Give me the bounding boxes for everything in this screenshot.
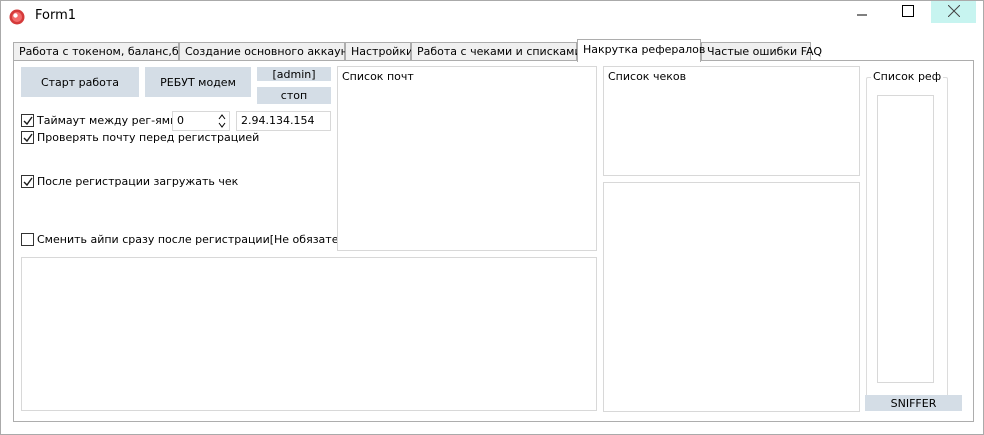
- sniffer-button[interactable]: SNIFFER: [865, 395, 962, 411]
- check-mail-label: Проверять почту перед регистрацией: [37, 131, 260, 144]
- start-button[interactable]: Старт работа: [21, 67, 139, 97]
- tab-faq[interactable]: Частые ошибки FAQ: [701, 42, 822, 61]
- tab-referrals[interactable]: Накрутка рефералов: [577, 39, 705, 62]
- timeout-checkbox-box[interactable]: [21, 114, 34, 127]
- tab-strip: Работа с токеном, баланс,бан Создание ос…: [13, 39, 969, 62]
- change-ip-checkbox[interactable]: Сменить айпи сразу после регистрации[Не …: [21, 233, 370, 246]
- load-check-label: После регистрации загружать чек: [37, 175, 239, 188]
- stop-button[interactable]: стоп: [257, 87, 331, 104]
- check-mail-checkbox-box[interactable]: [21, 131, 34, 144]
- load-check-checkbox[interactable]: После регистрации загружать чек: [21, 175, 238, 188]
- red-circle-app-icon: [9, 9, 25, 25]
- tab-create-account[interactable]: Создание основного аккаунта: [179, 42, 361, 61]
- close-button[interactable]: [931, 1, 976, 23]
- check-list-panel[interactable]: Список чеков: [603, 66, 860, 176]
- maximize-button[interactable]: [885, 1, 930, 23]
- timeout-value: 0: [177, 114, 184, 127]
- mail-list-label: Список почт: [342, 70, 414, 83]
- load-check-checkbox-box[interactable]: [21, 175, 34, 188]
- admin-button[interactable]: [admin]: [257, 67, 331, 81]
- stepper-arrows-icon[interactable]: [218, 113, 226, 132]
- ip-address-field[interactable]: 2.94.134.154: [236, 111, 331, 131]
- change-ip-label: Сменить айпи сразу после регистрации[Не …: [37, 233, 371, 246]
- timeout-checkbox[interactable]: Таймаут между рег-ями: [21, 114, 177, 127]
- mail-list-panel[interactable]: Список почт: [337, 66, 597, 251]
- maximize-icon: [901, 4, 914, 20]
- tab-checks-ip[interactable]: Работа с чеками и списками IP: [411, 42, 595, 61]
- window-title: Form1: [35, 8, 77, 23]
- ref-list-label: Список реф: [871, 70, 944, 83]
- check-details-area[interactable]: [603, 182, 860, 412]
- ref-list-group: Список реф: [866, 70, 948, 397]
- reboot-modem-button[interactable]: РЕБУТ модем: [145, 67, 251, 97]
- minimize-button[interactable]: [839, 1, 884, 23]
- tab-token-balance[interactable]: Работа с токеном, баланс,бан: [13, 42, 193, 61]
- change-ip-checkbox-box[interactable]: [21, 233, 34, 246]
- tab-settings[interactable]: Настройки: [345, 42, 413, 61]
- minimize-icon: [856, 6, 867, 19]
- log-output-area[interactable]: [21, 257, 597, 411]
- main-window: Form1 Работа с токеном, баланс,бан Созда…: [0, 0, 984, 435]
- check-list-label: Список чеков: [608, 70, 687, 83]
- check-mail-checkbox[interactable]: Проверять почту перед регистрацией: [21, 131, 259, 144]
- tab-page-referrals: Старт работа РЕБУТ модем [admin] стоп Та…: [13, 60, 974, 422]
- title-bar: Form1: [1, 1, 983, 33]
- ip-address-value: 2.94.134.154: [241, 114, 315, 127]
- timeout-label: Таймаут между рег-ями: [37, 114, 178, 127]
- ref-list-box[interactable]: [877, 95, 934, 383]
- timeout-stepper[interactable]: 0: [172, 111, 230, 131]
- close-icon: [947, 4, 960, 20]
